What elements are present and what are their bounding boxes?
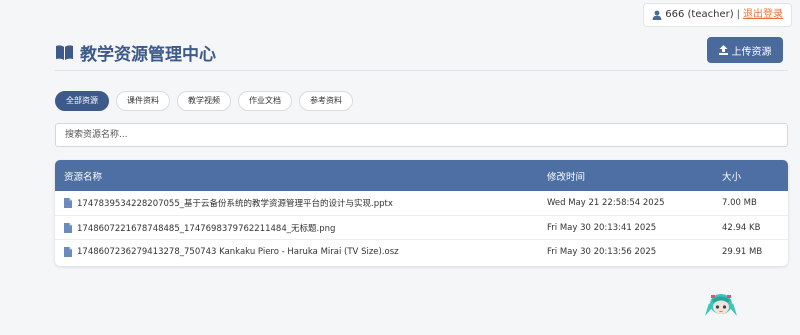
modified-time: Wed May 21 22:58:54 2025 — [547, 198, 665, 208]
file-size: 42.94 KB — [722, 222, 761, 233]
resource-table: 资源名称 修改时间 大小 1747839534228207055_基于云备份系统… — [55, 160, 788, 266]
table-header: 资源名称 修改时间 大小 — [55, 160, 788, 191]
tab-homework[interactable]: 作业文档 — [238, 91, 292, 111]
table-row[interactable]: 1748607236279413278_750743 Kankaku Piero… — [55, 239, 788, 263]
file-icon — [64, 246, 72, 257]
file-name[interactable]: 1748607221678748485_1747698379762211484_… — [77, 222, 335, 234]
file-icon — [64, 198, 72, 208]
separator: | — [736, 9, 740, 20]
column-header-size: 大小 — [722, 171, 742, 183]
file-icon — [64, 222, 72, 233]
file-name[interactable]: 1748607236279413278_750743 Kankaku Piero… — [77, 247, 399, 257]
file-name-cell: 1747839534228207055_基于云备份系统的教学资源管理平台的设计与… — [55, 197, 547, 209]
file-name[interactable]: 1747839534228207055_基于云备份系统的教学资源管理平台的设计与… — [77, 197, 393, 209]
modified-time: Fri May 30 20:13:56 2025 — [547, 246, 657, 257]
column-header-time: 修改时间 — [547, 171, 586, 183]
table-row[interactable]: 1748607221678748485_1747698379762211484_… — [55, 215, 788, 239]
user-bar: 666 (teacher) | 退出登录 — [643, 3, 792, 27]
tab-all[interactable]: 全部资源 — [55, 91, 109, 111]
file-name-cell: 1748607236279413278_750743 Kankaku Piero… — [55, 246, 547, 257]
table-body: 1747839534228207055_基于云备份系统的教学资源管理平台的设计与… — [55, 191, 788, 266]
mascot-icon — [705, 294, 737, 316]
tab-courseware[interactable]: 课件资料 — [116, 91, 170, 111]
upload-icon — [718, 45, 728, 55]
modified-time: Fri May 30 20:13:41 2025 — [547, 222, 657, 233]
file-size: 29.91 MB — [722, 246, 763, 257]
book-icon — [56, 45, 73, 60]
search-input[interactable] — [55, 123, 788, 147]
logout-link[interactable]: 退出登录 — [743, 4, 783, 26]
upload-button-label: 上传资源 — [731, 46, 772, 58]
tab-reference[interactable]: 参考资料 — [299, 91, 353, 111]
table-row[interactable]: 1747839534228207055_基于云备份系统的教学资源管理平台的设计与… — [55, 191, 788, 215]
page-title: 教学资源管理中心 — [55, 40, 216, 65]
tab-videos[interactable]: 教学视频 — [177, 91, 231, 111]
filter-tabs: 全部资源 课件资料 教学视频 作业文档 参考资料 — [55, 91, 353, 111]
file-name-cell: 1748607221678748485_1747698379762211484_… — [55, 222, 547, 234]
page-title-text: 教学资源管理中心 — [80, 45, 216, 65]
page-header: 教学资源管理中心 上传资源 — [55, 37, 788, 71]
upload-button[interactable]: 上传资源 — [707, 37, 783, 63]
user-icon — [652, 10, 662, 20]
column-header-name: 资源名称 — [64, 171, 103, 183]
user-name: 666 (teacher) — [665, 9, 734, 20]
file-size: 7.00 MB — [722, 198, 757, 208]
